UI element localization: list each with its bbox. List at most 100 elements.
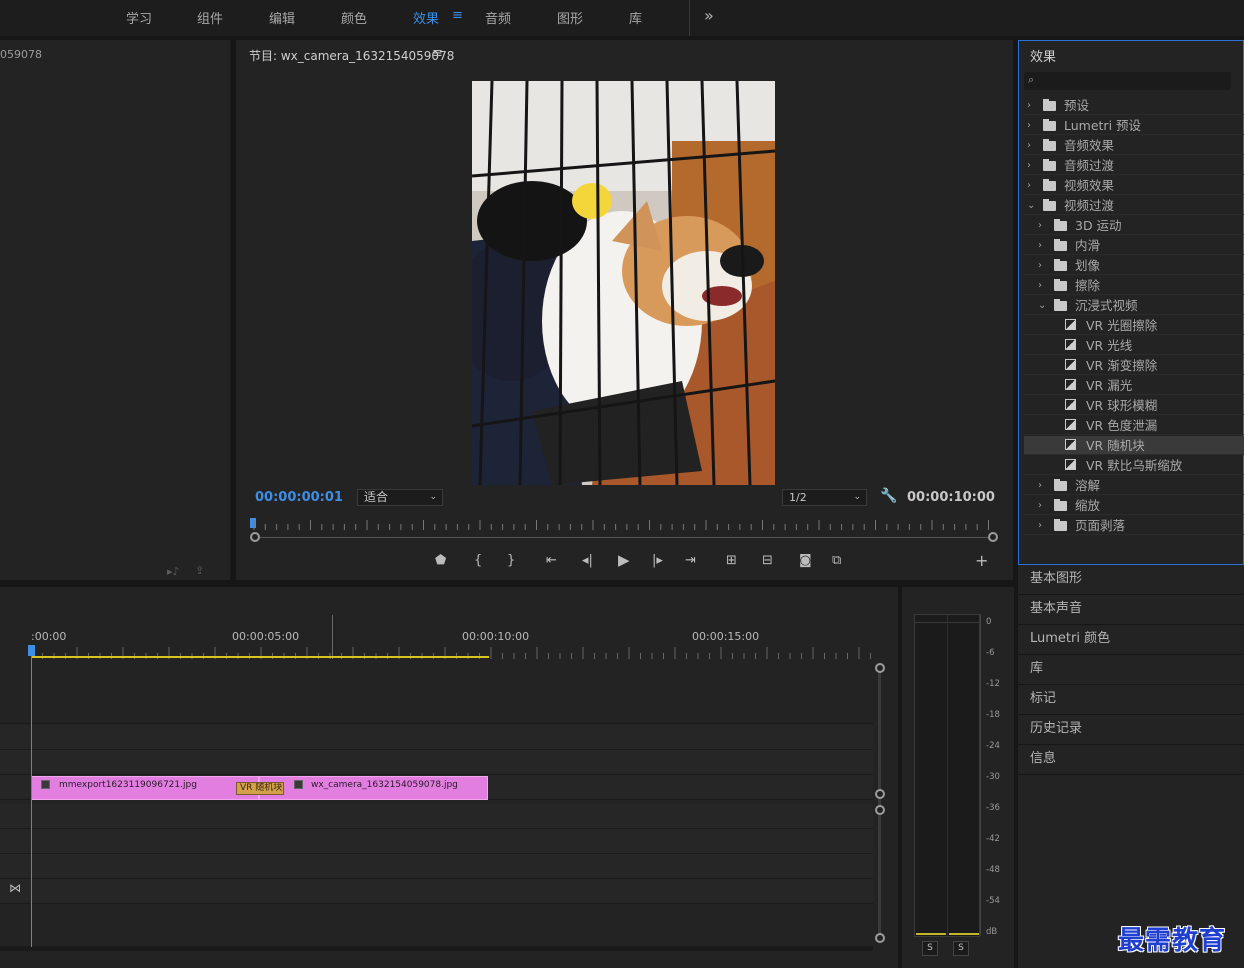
playback-scrubber[interactable]: [255, 537, 993, 538]
vertical-scrollbar[interactable]: [878, 669, 881, 939]
timeline-clip[interactable]: wx_camera_1632154059078.jpg: [259, 776, 488, 800]
step-forward-icon[interactable]: |▸: [652, 553, 663, 568]
chevron-right-icon[interactable]: ›: [1038, 476, 1042, 495]
video-track[interactable]: [0, 750, 873, 775]
scroll-handle[interactable]: [875, 663, 885, 673]
effect-item[interactable]: VR 随机块: [1024, 436, 1244, 455]
chevron-down-icon[interactable]: ⌄: [1038, 296, 1046, 315]
audio-track[interactable]: [0, 829, 873, 854]
effects-folder[interactable]: ⌄ 视频过渡: [1024, 196, 1244, 215]
chevron-down-icon[interactable]: ⌄: [1027, 196, 1035, 215]
effect-item[interactable]: VR 光线: [1024, 336, 1244, 355]
current-timecode[interactable]: 00:00:00:01: [255, 490, 343, 505]
side-panel-tab[interactable]: Lumetri 颜色: [1018, 626, 1244, 655]
scroll-handle[interactable]: [875, 933, 885, 943]
side-panel-tab[interactable]: 基本图形: [1018, 566, 1244, 595]
solo-left-button[interactable]: S: [922, 941, 938, 956]
workspace-tab-libraries[interactable]: 库: [629, 8, 642, 27]
camera-icon[interactable]: ◙: [799, 553, 812, 568]
out-point-handle[interactable]: [988, 532, 998, 542]
workspace-tab-effects[interactable]: 效果: [413, 8, 439, 27]
in-point-handle[interactable]: [250, 532, 260, 542]
playhead-handle[interactable]: [28, 645, 35, 656]
side-panel-tab[interactable]: 历史记录: [1018, 716, 1244, 745]
program-time-ruler[interactable]: [250, 518, 996, 532]
video-track[interactable]: [0, 725, 873, 750]
chevron-right-icon[interactable]: ›: [1038, 236, 1042, 255]
go-to-in-icon[interactable]: ⇤: [546, 553, 557, 568]
side-panel-tab[interactable]: 信息: [1018, 746, 1244, 775]
solo-right-button[interactable]: S: [953, 941, 969, 956]
effects-folder[interactable]: › 溶解: [1024, 476, 1244, 495]
mark-out-icon[interactable]: }: [507, 553, 515, 568]
chevron-right-icon[interactable]: ›: [1027, 156, 1031, 175]
workspace-tab-graphics[interactable]: 图形: [557, 8, 583, 27]
lift-icon[interactable]: ⊞: [726, 553, 737, 568]
export-frame-icon[interactable]: ⇪: [195, 564, 204, 577]
audio-drag-icon[interactable]: ▸♪: [167, 565, 180, 578]
effects-folder[interactable]: › 音频过渡: [1024, 156, 1244, 175]
chevron-right-icon[interactable]: ›: [1038, 276, 1042, 295]
timeline-clip[interactable]: mmexport1623119096721.jpg: [31, 776, 259, 800]
effect-item[interactable]: VR 色度泄漏: [1024, 416, 1244, 435]
transition-vr-random-blocks[interactable]: VR 随机块: [236, 782, 284, 795]
comparison-view-icon[interactable]: ⧉: [832, 553, 841, 568]
chevron-right-icon[interactable]: ›: [1027, 136, 1031, 155]
chevron-right-icon[interactable]: ›: [1027, 96, 1031, 115]
play-icon[interactable]: ▶: [618, 551, 630, 569]
effects-folder[interactable]: › Lumetri 预设: [1024, 116, 1244, 135]
add-marker-icon[interactable]: ⬟: [435, 553, 446, 568]
chevron-right-icon[interactable]: ›: [1038, 516, 1042, 535]
audio-track[interactable]: [0, 854, 873, 879]
workspace-tab-audio[interactable]: 音频: [485, 8, 511, 27]
workspace-tab-editing[interactable]: 编辑: [269, 8, 295, 27]
hamburger-icon[interactable]: ≡: [452, 8, 463, 23]
effects-folder[interactable]: › 页面剥落: [1024, 516, 1244, 535]
chevron-right-icon[interactable]: ›: [1038, 216, 1042, 235]
effects-folder[interactable]: › 预设: [1024, 96, 1244, 115]
effects-folder[interactable]: › 视频效果: [1024, 176, 1244, 195]
chevron-right-icon[interactable]: ›: [1027, 116, 1031, 135]
work-area-bar[interactable]: [31, 656, 489, 658]
audio-track[interactable]: [0, 804, 873, 829]
workspace-tab-color[interactable]: 颜色: [341, 8, 367, 27]
horizontal-scrollbar[interactable]: [0, 947, 873, 951]
effect-item[interactable]: VR 光圈擦除: [1024, 316, 1244, 335]
playhead[interactable]: [31, 647, 32, 947]
workspace-tab-learn[interactable]: 学习: [126, 8, 152, 27]
effects-folder[interactable]: › 划像: [1024, 256, 1244, 275]
side-panel-tab[interactable]: 库: [1018, 656, 1244, 685]
effect-item[interactable]: VR 渐变擦除: [1024, 356, 1244, 375]
chevron-right-icon[interactable]: ›: [1038, 256, 1042, 275]
wrench-icon[interactable]: 🔧: [880, 488, 897, 504]
step-back-icon[interactable]: ◂|: [582, 553, 593, 568]
chevron-right-icon[interactable]: ›: [1027, 176, 1031, 195]
effect-item[interactable]: VR 漏光: [1024, 376, 1244, 395]
side-panel-tab[interactable]: 基本声音: [1018, 596, 1244, 625]
add-button-icon[interactable]: +: [975, 551, 988, 570]
panel-menu-icon[interactable]: ≡: [432, 46, 443, 61]
resolution-dropdown[interactable]: 1/2 ⌄: [782, 489, 867, 506]
effect-item[interactable]: VR 球形模糊: [1024, 396, 1244, 415]
go-to-out-icon[interactable]: ⇥: [685, 553, 696, 568]
scroll-handle[interactable]: [875, 789, 885, 799]
effects-folder[interactable]: › 缩放: [1024, 496, 1244, 515]
mark-in-icon[interactable]: {: [474, 553, 482, 568]
scroll-handle[interactable]: [875, 805, 885, 815]
effects-folder[interactable]: › 擦除: [1024, 276, 1244, 295]
effect-item[interactable]: VR 默比乌斯缩放: [1024, 456, 1244, 475]
chevron-right-icon[interactable]: ›: [1038, 496, 1042, 515]
extract-icon[interactable]: ⊟: [762, 553, 773, 568]
effects-search-input[interactable]: ⌕: [1024, 72, 1231, 90]
fit-dropdown[interactable]: 适合 ⌄: [357, 489, 443, 506]
side-panel-tab[interactable]: 标记: [1018, 686, 1244, 715]
tree-item-label: 划像: [1075, 258, 1101, 273]
effects-folder[interactable]: › 音频效果: [1024, 136, 1244, 155]
audio-track[interactable]: [0, 879, 873, 904]
effects-folder[interactable]: › 内滑: [1024, 236, 1244, 255]
double-chevron-right-icon[interactable]: »: [704, 6, 714, 25]
effects-folder[interactable]: ⌄ 沉浸式视频: [1024, 296, 1244, 315]
bowtie-icon[interactable]: ⋈: [9, 881, 21, 895]
workspace-tab-assembly[interactable]: 组件: [197, 8, 223, 27]
effects-folder[interactable]: › 3D 运动: [1024, 216, 1244, 235]
